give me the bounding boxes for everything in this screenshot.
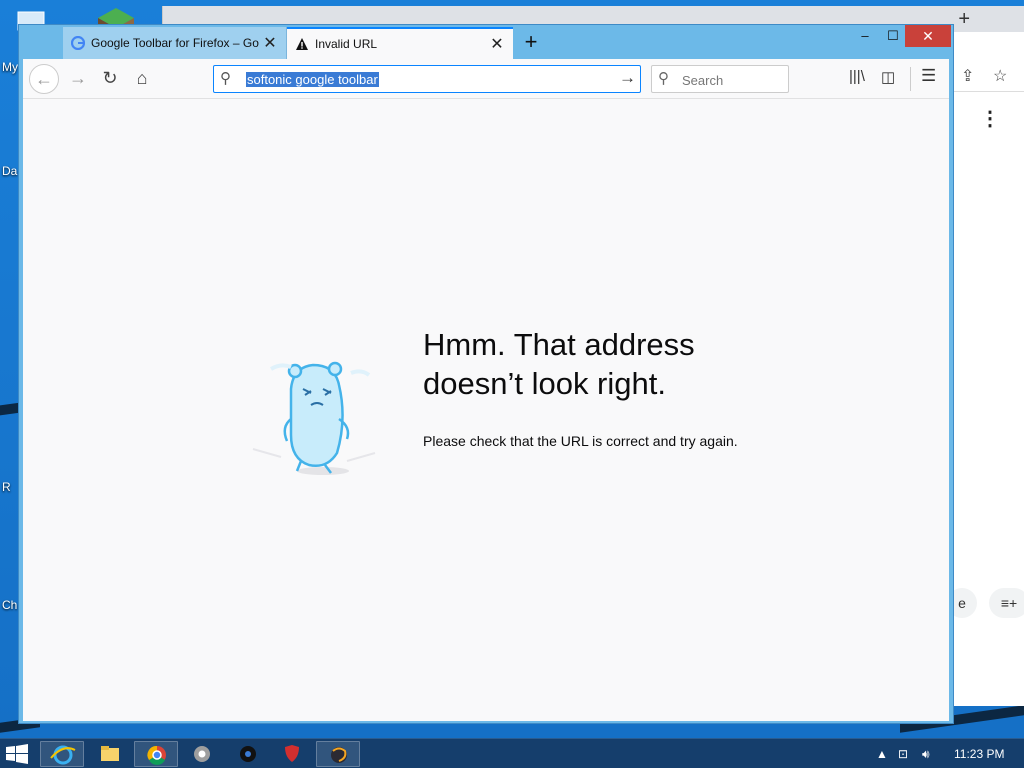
minimize-button[interactable]: – bbox=[851, 25, 879, 47]
background-new-tab-button[interactable]: + bbox=[958, 8, 970, 31]
error-title-line: Hmm. That address bbox=[423, 327, 695, 362]
search-bar[interactable]: ⚲ Search bbox=[651, 65, 789, 93]
search-input[interactable]: Search bbox=[682, 73, 723, 88]
new-tab-button[interactable]: + bbox=[519, 29, 543, 55]
reload-button[interactable]: ↻ bbox=[95, 64, 125, 94]
wallpaper-streak bbox=[0, 402, 20, 416]
error-title: Hmm. That address doesn’t look right. bbox=[423, 325, 823, 403]
home-button[interactable]: ⌂ bbox=[127, 64, 157, 94]
taskbar-chrome-dev[interactable] bbox=[180, 741, 224, 767]
close-icon[interactable]: ✕ bbox=[262, 33, 278, 53]
page-content: Hmm. That address doesn’t look right. Pl… bbox=[23, 99, 949, 721]
chrome-dev-icon bbox=[194, 746, 210, 762]
tab-google-toolbar[interactable]: Google Toolbar for Firefox – Go ✕ bbox=[63, 27, 287, 59]
firefox-nightly-icon bbox=[331, 747, 347, 763]
library-icon[interactable]: |||\ bbox=[849, 68, 865, 85]
confused-mascot-illustration bbox=[252, 361, 376, 475]
list-add-button[interactable]: ≡+ bbox=[989, 588, 1024, 618]
error-description: Please check that the URL is correct and… bbox=[423, 433, 738, 449]
navigation-toolbar: ← → ↻ ⌂ ⚲ softonic google toolbar → ⚲ Se… bbox=[23, 59, 949, 99]
google-g-icon bbox=[71, 36, 85, 50]
error-title-line: doesn’t look right. bbox=[423, 366, 666, 401]
warning-icon bbox=[296, 38, 308, 50]
tab-invalid-url[interactable]: Invalid URL ✕ bbox=[287, 27, 513, 59]
firefox-window: Google Toolbar for Firefox – Go ✕ Invali… bbox=[18, 24, 954, 724]
desktop-label[interactable]: My bbox=[2, 60, 18, 74]
dark-circle-icon bbox=[240, 746, 256, 762]
share-icon[interactable]: ⇪ bbox=[961, 66, 974, 86]
maximize-button[interactable]: ☐ bbox=[879, 25, 907, 47]
go-arrow-icon[interactable]: → bbox=[619, 68, 636, 88]
volume-icon[interactable]: 🔊︎ bbox=[922, 747, 930, 762]
clock[interactable]: 11:23 PM bbox=[954, 747, 1004, 761]
tab-title: Google Toolbar for Firefox – Go bbox=[91, 36, 259, 50]
taskbar-internet-explorer[interactable] bbox=[40, 741, 84, 767]
url-input[interactable]: softonic google toolbar bbox=[246, 72, 379, 87]
taskbar-file-explorer[interactable] bbox=[88, 741, 132, 767]
search-icon: ⚲ bbox=[658, 70, 669, 87]
tab-bar: Google Toolbar for Firefox – Go ✕ Invali… bbox=[19, 25, 953, 59]
url-bar[interactable]: ⚲ softonic google toolbar → bbox=[213, 65, 641, 93]
bookmark-star-icon[interactable]: ☆ bbox=[993, 66, 1007, 86]
network-icon[interactable]: ⊡ bbox=[898, 747, 908, 761]
taskbar-chrome[interactable] bbox=[134, 741, 178, 767]
desktop-label[interactable]: Da bbox=[2, 164, 17, 178]
taskbar: ▲ ⊡ 🔊︎ 11:23 PM bbox=[0, 738, 1024, 768]
folder-icon bbox=[101, 746, 119, 761]
forward-button[interactable]: → bbox=[63, 64, 93, 94]
background-menu-button[interactable]: ⋮ bbox=[980, 106, 1000, 131]
desktop-label[interactable]: R bbox=[2, 480, 11, 494]
internet-explorer-icon bbox=[50, 745, 76, 765]
taskbar-app-shield[interactable] bbox=[270, 741, 314, 767]
back-button[interactable]: ← bbox=[29, 64, 59, 94]
windows-start-icon[interactable] bbox=[6, 744, 28, 764]
hamburger-menu-icon[interactable]: ☰ bbox=[921, 66, 936, 86]
tab-title: Invalid URL bbox=[315, 37, 378, 51]
red-shield-icon bbox=[285, 745, 299, 762]
close-window-button[interactable]: ✕ bbox=[905, 25, 951, 47]
search-icon: ⚲ bbox=[220, 70, 231, 87]
close-icon[interactable]: ✕ bbox=[489, 34, 505, 54]
desktop-label[interactable]: Ch bbox=[2, 598, 17, 612]
taskbar-app-dark[interactable] bbox=[226, 741, 270, 767]
show-hidden-icons-icon[interactable]: ▲ bbox=[876, 747, 888, 761]
sidebar-icon[interactable]: ◫ bbox=[881, 68, 895, 86]
chrome-icon bbox=[147, 745, 166, 765]
taskbar-firefox-nightly[interactable] bbox=[316, 741, 360, 767]
toolbar-divider bbox=[910, 67, 911, 91]
